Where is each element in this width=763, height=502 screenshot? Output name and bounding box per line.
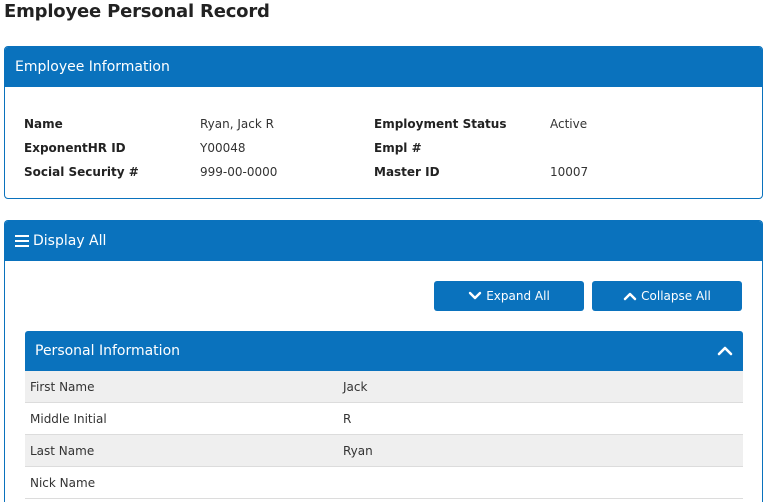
table-row: Middle Initial R xyxy=(25,403,743,435)
row-label: Middle Initial xyxy=(30,411,107,426)
row-value: Jack xyxy=(343,379,368,394)
row-label: First Name xyxy=(30,379,95,394)
exponenthr-id-label: ExponentHR ID xyxy=(24,141,126,155)
master-id-value: 10007 xyxy=(550,165,589,179)
collapse-all-label: Collapse All xyxy=(641,289,711,303)
row-value: R xyxy=(343,411,352,426)
table-row: Nick Name xyxy=(25,467,743,499)
personal-info-title: Personal Information xyxy=(35,343,181,359)
employment-status-value: Active xyxy=(550,117,588,131)
master-id-label: Master ID xyxy=(374,165,440,179)
ssn-value: 999-00-0000 xyxy=(200,165,278,179)
employee-info-panel: Employee Information Name Ryan, Jack R E… xyxy=(4,46,763,199)
name-value: Ryan, Jack R xyxy=(200,117,274,131)
employee-info-header: Employee Information xyxy=(5,47,762,87)
personal-info-panel: Personal Information First Name Jack Mid… xyxy=(25,331,743,499)
chevron-up-icon[interactable] xyxy=(717,345,733,357)
display-all-panel: Display All Expand All Collapse All Pers… xyxy=(4,220,763,502)
display-all-header[interactable]: Display All xyxy=(5,221,762,261)
expand-all-button[interactable]: Expand All xyxy=(434,281,584,311)
menu-icon xyxy=(15,235,29,247)
empl-number-label: Empl # xyxy=(374,141,422,155)
table-row: Last Name Ryan xyxy=(25,435,743,467)
display-all-label: Display All xyxy=(33,233,107,249)
collapse-all-button[interactable]: Collapse All xyxy=(592,281,742,311)
expand-all-label: Expand All xyxy=(486,289,550,303)
ssn-label: Social Security # xyxy=(24,165,139,179)
row-label: Nick Name xyxy=(30,475,96,490)
row-label: Last Name xyxy=(30,443,95,458)
page-title: Employee Personal Record xyxy=(4,1,270,22)
row-value: Ryan xyxy=(343,443,373,458)
table-row: First Name Jack xyxy=(25,371,743,403)
chevron-down-icon xyxy=(469,291,482,300)
name-label: Name xyxy=(24,117,63,131)
personal-info-header[interactable]: Personal Information xyxy=(25,331,743,371)
employee-info-grid: Name Ryan, Jack R ExponentHR ID Y00048 S… xyxy=(5,87,762,198)
exponenthr-id-value: Y00048 xyxy=(200,141,246,155)
employment-status-label: Employment Status xyxy=(374,117,507,131)
chevron-up-icon xyxy=(623,292,637,301)
